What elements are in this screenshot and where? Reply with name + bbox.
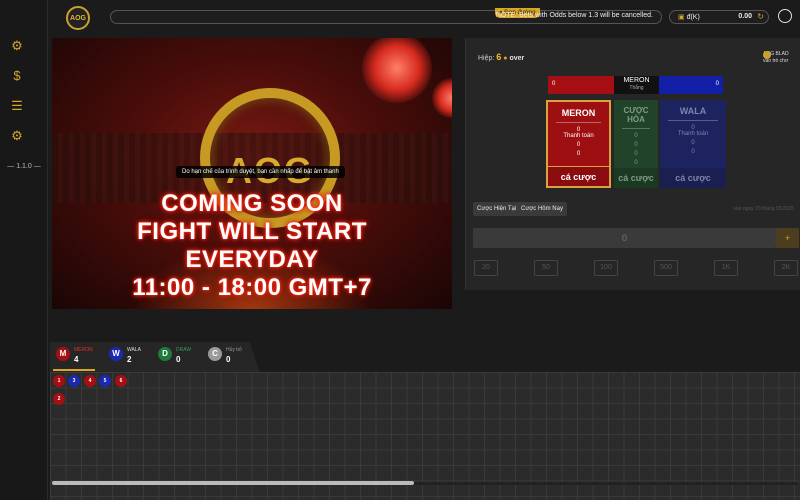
amount-input[interactable]: 0 xyxy=(473,228,776,248)
roadmap-dot: 6 xyxy=(115,375,127,387)
stat-name-cancel: Hủy bỏ xyxy=(226,347,242,353)
odds-wala: 0 xyxy=(659,76,723,94)
stage-light-small xyxy=(432,78,452,118)
draw-bet-box[interactable]: CƯỢC HÒA 0 0 0 0 cá cược xyxy=(614,100,658,188)
meron-bet-box[interactable]: MERON 0 Thanh toán 0 0 cá cược xyxy=(546,100,611,188)
stat-circle-draw: D xyxy=(158,347,172,361)
balance-box: ▣ đ(K) 0.00 ↻ xyxy=(669,10,769,24)
promo-line-1: COMING SOON xyxy=(161,190,343,217)
document-list-icon[interactable]: ☰ xyxy=(10,98,24,114)
stat-name-draw: DRAW xyxy=(176,347,192,353)
wala-bet-button[interactable]: cá cược xyxy=(660,168,726,188)
round-info: Hiệp: 6 ● over xyxy=(478,52,525,62)
balance-value: 0.00 xyxy=(738,13,752,20)
meron-bet-button[interactable]: cá cược xyxy=(548,166,609,186)
status-dot-icon: ● xyxy=(503,55,508,62)
stats-active-indicator xyxy=(53,369,95,371)
aog-badge-icon xyxy=(763,51,771,59)
draw-bet-button[interactable]: cá cược xyxy=(614,168,658,188)
stat-circle-meron: M xyxy=(56,347,70,361)
coin-icon: ▣ xyxy=(678,14,685,21)
stage-light xyxy=(362,38,432,103)
bet-panel: Hiệp: 6 ● over AOG BLAD vào trò chơ 0 ME… xyxy=(465,38,800,290)
roadmap-dot: 5 xyxy=(99,375,111,387)
live-video[interactable]: AOG COMING SOON FIGHT WILL START EVERYDA… xyxy=(52,38,452,309)
chip-50[interactable]: 50 xyxy=(534,260,558,276)
sound-tip[interactable]: Do hạn chế của trình duyệt, bạn cần nhấp… xyxy=(176,166,345,178)
notice-text: NOTE: Bets with Odds below 1.3 will be c… xyxy=(495,12,653,19)
odds-meron: 0 xyxy=(548,76,614,94)
chip-20[interactable]: 20 xyxy=(474,260,498,276)
chip-1k[interactable]: 1K xyxy=(714,260,738,276)
notice-bar: ● Đơn đường NOTE: Bets with Odds below 1… xyxy=(110,8,662,24)
stat-count-draw: 0 xyxy=(176,355,181,364)
amount-plus-button[interactable]: + xyxy=(776,228,799,248)
promo-line-3: EVERYDAY xyxy=(185,246,319,273)
stat-count-meron: 4 xyxy=(74,355,79,364)
stat-count-cancel: 0 xyxy=(226,355,231,364)
roadmap-dot: 4 xyxy=(84,375,96,387)
tab-current-bets[interactable]: Cược Hiện Tại xyxy=(473,202,521,216)
chip-100[interactable]: 100 xyxy=(594,260,618,276)
stat-name-meron: MERON xyxy=(74,347,93,353)
stat-circle-cancel: C xyxy=(208,347,222,361)
roadmap-dot: 3 xyxy=(68,375,80,387)
refresh-icon[interactable]: ↻ xyxy=(757,12,764,21)
left-sidebar: ⚙ $ ☰ ⚙ — 1.1.0 — xyxy=(0,0,48,500)
stat-count-wala: 2 xyxy=(127,355,132,364)
promo-line-4: 11:00 - 18:00 GMT+7 xyxy=(132,274,372,301)
roadmap-dot: 2 xyxy=(53,393,65,405)
version-label: — 1.1.0 — xyxy=(7,163,41,170)
roadmap-dot: 1 xyxy=(53,375,65,387)
stat-circle-wala: W xyxy=(109,347,123,361)
gear-icon[interactable]: ⚙ xyxy=(10,128,24,144)
document-money-icon[interactable]: $ xyxy=(10,68,24,84)
balance-label: ▣ đ(K) xyxy=(678,14,700,21)
tab-today-bets[interactable]: Cược Hôm Nay xyxy=(517,202,567,216)
date-label: vào ngày 20 tháng 05/2025 xyxy=(733,206,794,212)
roadmap-scrollbar-thumb[interactable] xyxy=(52,481,414,485)
odds-bar: 0 MERON Thắng 0 xyxy=(548,76,723,94)
wala-bet-box[interactable]: WALA 0 Thanh toán 0 0 cá cược xyxy=(660,100,726,188)
logo[interactable]: AOG xyxy=(66,6,90,30)
odds-center: MERON Thắng xyxy=(614,76,659,94)
chip-2k[interactable]: 2K xyxy=(774,260,798,276)
document-gear-icon[interactable]: ⚙ xyxy=(10,38,24,54)
promo-line-2: FIGHT WILL START xyxy=(137,218,367,245)
chip-500[interactable]: 500 xyxy=(654,260,678,276)
user-icon[interactable] xyxy=(778,9,792,23)
promo-badge[interactable]: AOG BLAD vào trò chơ xyxy=(763,51,800,67)
stat-name-wala: WALA xyxy=(127,347,141,353)
